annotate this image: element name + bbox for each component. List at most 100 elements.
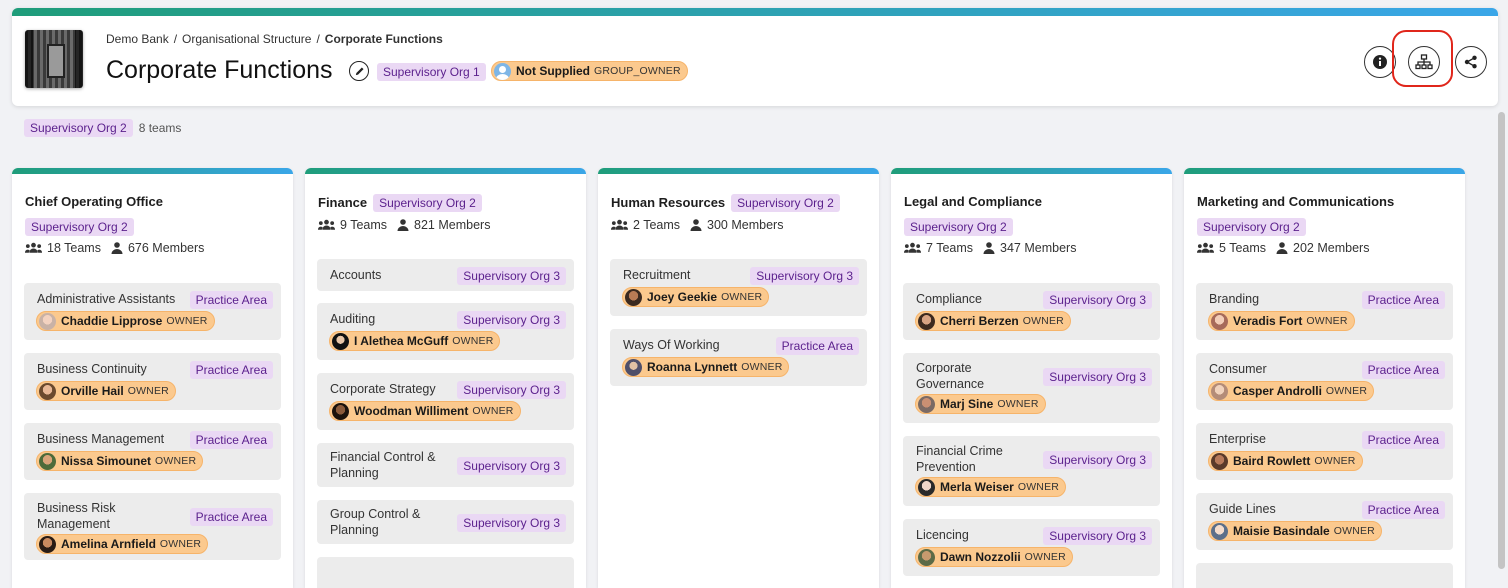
breadcrumb-item-current: Corporate Functions bbox=[324, 32, 443, 46]
team-tag: Practice Area bbox=[1361, 501, 1445, 519]
column-legal-and-compliance[interactable]: Legal and Compliance Supervisory Org 2 7… bbox=[891, 168, 1172, 588]
owner-role: OWNER bbox=[741, 361, 783, 373]
owner-name: I Alethea McGuff bbox=[354, 334, 449, 348]
team-card-auditing[interactable]: Auditing Supervisory Org 3 I Alethea McG… bbox=[317, 303, 574, 360]
team-card-licencing[interactable]: Licencing Supervisory Org 3 Dawn Nozzoli… bbox=[903, 519, 1160, 576]
user-icon bbox=[983, 242, 995, 254]
owner-chip[interactable]: Baird Rowlett OWNER bbox=[1208, 451, 1363, 471]
owner-chip[interactable]: Joey Geekie OWNER bbox=[622, 287, 770, 307]
team-card-administrative-assistants[interactable]: Administrative Assistants Practice Area … bbox=[24, 283, 281, 340]
column-stats: 18 Teams 676 Members bbox=[25, 241, 204, 255]
team-name: Business Risk Management bbox=[37, 501, 116, 531]
team-card-business-continuity[interactable]: Business Continuity Practice Area Orvill… bbox=[24, 353, 281, 410]
owner-chip[interactable]: Orville Hail OWNER bbox=[36, 381, 176, 401]
team-card-compliance[interactable]: Compliance Supervisory Org 3 Cherri Berz… bbox=[903, 283, 1160, 340]
owner-chip[interactable]: Marj Sine OWNER bbox=[915, 394, 1046, 414]
column-chief-operating-office[interactable]: Chief Operating Office Supervisory Org 2… bbox=[12, 168, 293, 588]
avatar bbox=[625, 358, 642, 376]
column-title: Marketing and Communications bbox=[1197, 194, 1395, 209]
owner-name: Orville Hail bbox=[61, 384, 124, 398]
team-tag: Supervisory Org 3 bbox=[1043, 451, 1152, 469]
owner-chip[interactable]: I Alethea McGuff OWNER bbox=[329, 331, 501, 351]
team-tag: Practice Area bbox=[189, 508, 273, 526]
column-stats: 7 Teams 347 Members bbox=[904, 241, 1076, 255]
avatar bbox=[39, 382, 56, 400]
page-title: Corporate Functions bbox=[106, 56, 333, 84]
column-title-row: Finance Supervisory Org 2 bbox=[318, 194, 482, 212]
owner-chip[interactable]: Amelina Arnfield OWNER bbox=[36, 534, 209, 554]
breadcrumb-item-bank[interactable]: Demo Bank bbox=[106, 32, 169, 46]
users-icon bbox=[904, 242, 921, 253]
user-icon bbox=[111, 242, 123, 254]
team-name: Compliance bbox=[916, 292, 983, 306]
team-name: Guide Lines bbox=[1209, 502, 1276, 516]
team-card-branding[interactable]: Branding Practice Area Veradis Fort OWNE… bbox=[1196, 283, 1453, 340]
teams-stat: 9 Teams bbox=[340, 218, 388, 232]
owner-role: OWNER bbox=[1325, 385, 1368, 397]
share-icon bbox=[1464, 55, 1477, 69]
edit-pencil-icon[interactable] bbox=[349, 61, 369, 81]
team-card-corporate-governance[interactable]: Corporate Governance Supervisory Org 3 M… bbox=[903, 353, 1160, 423]
owner-name: Not Supplied bbox=[516, 64, 590, 78]
avatar bbox=[918, 395, 935, 413]
team-card-enterprise[interactable]: Enterprise Practice Area Baird Rowlett O… bbox=[1196, 423, 1453, 480]
team-tag: Practice Area bbox=[775, 337, 859, 355]
team-card[interactable] bbox=[1196, 563, 1453, 588]
team-card-accounts[interactable]: Accounts Supervisory Org 3 bbox=[317, 259, 574, 291]
team-tag: Supervisory Org 3 bbox=[457, 514, 566, 532]
share-button[interactable] bbox=[1455, 46, 1487, 78]
owner-name: Veradis Fort bbox=[1233, 314, 1303, 328]
owner-name: Dawn Nozzolii bbox=[940, 550, 1021, 564]
owner-role: GROUP_OWNER bbox=[594, 65, 681, 77]
owner-role: OWNER bbox=[159, 538, 202, 550]
teams-stat: 18 Teams bbox=[47, 241, 101, 255]
team-tag: Supervisory Org 3 bbox=[457, 381, 566, 399]
owner-role: OWNER bbox=[1333, 525, 1375, 537]
owner-role: OWNER bbox=[1314, 455, 1356, 467]
team-tag: Practice Area bbox=[1361, 431, 1445, 449]
team-tag: Supervisory Org 3 bbox=[750, 267, 859, 285]
teams-count: 8 teams bbox=[138, 121, 182, 135]
team-card-ways-of-working[interactable]: Ways Of Working Practice Area Roanna Lyn… bbox=[610, 329, 867, 386]
owner-chip[interactable]: Woodman Williment OWNER bbox=[329, 401, 521, 421]
team-card-corporate-strategy[interactable]: Corporate Strategy Supervisory Org 3 Woo… bbox=[317, 373, 574, 430]
column-human-resources[interactable]: Human Resources Supervisory Org 2 2 Teams… bbox=[598, 168, 879, 588]
owner-chip[interactable]: Chaddie Lipprose OWNER bbox=[36, 311, 215, 331]
team-card-recruitment[interactable]: Recruitment Supervisory Org 3 Joey Geeki… bbox=[610, 259, 867, 316]
owner-chip[interactable]: Cherri Berzen OWNER bbox=[915, 311, 1071, 331]
avatar-placeholder-icon bbox=[494, 62, 511, 80]
team-name: Administrative Assistants bbox=[37, 292, 176, 306]
team-card-business-management[interactable]: Business Management Practice Area Nissa … bbox=[24, 423, 281, 480]
owner-chip[interactable]: Merla Weiser OWNER bbox=[915, 477, 1067, 497]
team-tag: Practice Area bbox=[189, 431, 273, 449]
breadcrumb: Demo Bank / Organisational Structure / Corpo… bbox=[106, 32, 443, 46]
header-owner-chip[interactable]: Not Supplied GROUP_OWNER bbox=[491, 61, 688, 81]
team-card-business-risk-management[interactable]: Business Risk Management Practice Area A… bbox=[24, 493, 281, 560]
team-tag: Supervisory Org 3 bbox=[457, 311, 566, 329]
team-card-guide-lines[interactable]: Guide Lines Practice Area Maisie Basinda… bbox=[1196, 493, 1453, 550]
team-card-group-control-planning[interactable]: Group Control & Planning Supervisory Org… bbox=[317, 500, 574, 544]
members-stat: 202 Members bbox=[1293, 241, 1370, 255]
team-card-consumer[interactable]: Consumer Practice Area Casper Androlli O… bbox=[1196, 353, 1453, 410]
owner-chip[interactable]: Veradis Fort OWNER bbox=[1208, 311, 1355, 331]
owner-chip[interactable]: Casper Androlli OWNER bbox=[1208, 381, 1375, 401]
column-org-tag: Supervisory Org 2 bbox=[373, 194, 482, 212]
owner-name: Merla Weiser bbox=[940, 480, 1014, 494]
team-card-financial-crime-prevention[interactable]: Financial Crime Prevention Supervisory O… bbox=[903, 436, 1160, 506]
column-marketing-and-communications[interactable]: Marketing and Communications Supervisory… bbox=[1184, 168, 1465, 588]
owner-name: Amelina Arnfield bbox=[61, 537, 156, 551]
owner-chip[interactable]: Dawn Nozzolii OWNER bbox=[915, 547, 1073, 567]
column-org-tag: Supervisory Org 2 bbox=[731, 194, 840, 212]
scrollbar-thumb[interactable] bbox=[1498, 112, 1505, 569]
team-card[interactable] bbox=[317, 557, 574, 588]
column-finance[interactable]: Finance Supervisory Org 2 9 Teams 821 Mem… bbox=[305, 168, 586, 588]
owner-chip[interactable]: Roanna Lynnett OWNER bbox=[622, 357, 790, 377]
breadcrumb-item-structure[interactable]: Organisational Structure bbox=[182, 32, 311, 46]
team-name: Accounts bbox=[330, 268, 382, 282]
users-icon bbox=[1197, 242, 1214, 253]
owner-chip[interactable]: Maisie Basindale OWNER bbox=[1208, 521, 1382, 541]
owner-chip[interactable]: Nissa Simounet OWNER bbox=[36, 451, 204, 471]
avatar bbox=[1211, 522, 1228, 540]
team-card-financial-control-planning[interactable]: Financial Control & Planning Supervisory… bbox=[317, 443, 574, 487]
owner-role: OWNER bbox=[127, 385, 169, 397]
